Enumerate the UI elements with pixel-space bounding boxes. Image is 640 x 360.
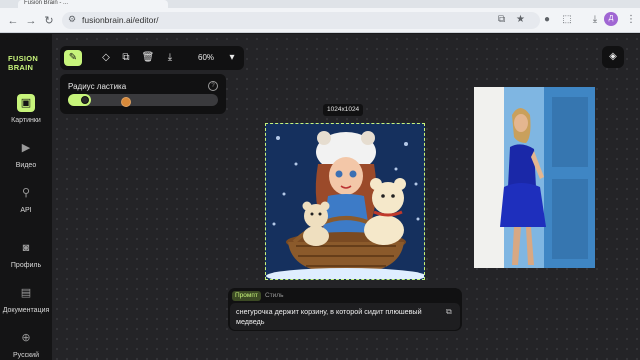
browser-tabstrip: Fusion Brain - ... bbox=[0, 0, 640, 8]
snegurochka-illustration bbox=[266, 124, 424, 279]
install-app-icon[interactable]: ⧉ bbox=[498, 14, 505, 25]
reload-icon[interactable]: ↻ bbox=[42, 14, 56, 28]
editor-toolbar: ✎ ◇ ⧉ 🗑 ⤓ ▾ bbox=[60, 46, 244, 70]
api-icon: ⚲ bbox=[21, 187, 31, 199]
site-info-icon[interactable]: ⚙ bbox=[68, 14, 76, 25]
tab-style[interactable]: Стиль bbox=[262, 291, 286, 301]
download-icon[interactable]: ⤓ bbox=[162, 50, 178, 66]
sidebar-item-language[interactable]: ⊕ Русский bbox=[0, 329, 52, 359]
woman-photo bbox=[474, 87, 595, 268]
play-icon: ▶ bbox=[21, 142, 31, 154]
eraser-cursor bbox=[121, 97, 131, 107]
prompt-card: Промпт Стиль снегурочка держит корзину, … bbox=[228, 288, 462, 331]
app-logo[interactable]: FUSION BRAIN bbox=[8, 54, 48, 72]
sidebar-item-label: Документация bbox=[2, 307, 50, 314]
sidebar-item-label: Русский bbox=[13, 352, 39, 359]
globe-icon: ⊕ bbox=[21, 332, 31, 344]
browser-tab-active[interactable]: Fusion Brain - ... bbox=[18, 0, 168, 8]
browser-toolbar: ← → ↻ ⚙ fusionbrain.ai/editor/ ⧉ ★ ● ⬚ ⤓… bbox=[0, 8, 640, 33]
sidebar-item-docs[interactable]: ▤ Документация bbox=[0, 284, 52, 314]
document-icon: ▤ bbox=[20, 287, 32, 299]
tab-title: Fusion Brain - ... bbox=[24, 0, 69, 6]
logo-line2: BRAIN bbox=[8, 63, 34, 72]
address-bar[interactable]: ⚙ fusionbrain.ai/editor/ ⧉ ★ bbox=[62, 12, 540, 29]
help-icon[interactable]: ? bbox=[208, 81, 218, 91]
eraser-radius-title: Радиус ластика bbox=[68, 82, 127, 91]
sidebar-item-api[interactable]: ⚲ API bbox=[0, 184, 52, 214]
layers-icon[interactable]: ◈ bbox=[602, 46, 624, 68]
sidebar-item-label: API bbox=[20, 207, 32, 214]
extension-dot-icon[interactable]: ● bbox=[540, 14, 554, 25]
chevron-down-icon[interactable]: ▾ bbox=[224, 50, 240, 66]
menu-icon[interactable]: ⋮ bbox=[624, 14, 638, 25]
sidebar-item-images[interactable]: ▣ Картинки bbox=[0, 94, 52, 124]
prompt-text: снегурочка держит корзину, в которой сид… bbox=[236, 307, 422, 326]
eraser-icon[interactable]: ✎ bbox=[64, 50, 82, 66]
profile-icon: ◙ bbox=[22, 242, 30, 254]
image-size-label: 1024x1024 bbox=[323, 104, 364, 116]
prompt-textbox[interactable]: снегурочка держит корзину, в которой сид… bbox=[230, 303, 460, 330]
url-text: fusionbrain.ai/editor/ bbox=[82, 15, 159, 25]
zoom-level[interactable]: 60% bbox=[198, 53, 214, 62]
generated-image-woman-blue-dress[interactable] bbox=[474, 87, 595, 268]
extensions-icon[interactable]: ⬚ bbox=[560, 14, 574, 25]
slider-thumb[interactable] bbox=[81, 96, 89, 104]
sidebar-item-label: Профиль bbox=[10, 262, 42, 269]
sidebar-item-video[interactable]: ▶ Видео bbox=[0, 139, 52, 169]
sidebar-item-label: Картинки bbox=[11, 117, 41, 124]
sidebar-item-label: Видео bbox=[15, 162, 37, 169]
copy-icon[interactable]: ⧉ bbox=[446, 307, 452, 317]
bookmark-star-icon[interactable]: ★ bbox=[516, 14, 525, 25]
generated-image-snegurochka[interactable] bbox=[265, 123, 425, 280]
sidebar-item-profile[interactable]: ◙ Профиль bbox=[0, 239, 52, 269]
forward-icon[interactable]: → bbox=[24, 14, 38, 28]
logo-line1: FUSION bbox=[8, 54, 39, 63]
eraser-radius-slider[interactable] bbox=[68, 94, 218, 106]
duplicate-icon[interactable]: ⧉ bbox=[118, 50, 134, 66]
app-sidebar: FUSION BRAIN ▣ Картинки ▶ Видео ⚲ API ◙ … bbox=[0, 34, 52, 360]
profile-avatar[interactable]: Д bbox=[604, 12, 618, 26]
eraser-panel: Радиус ластика ? bbox=[60, 74, 226, 114]
download-icon[interactable]: ⤓ bbox=[588, 14, 602, 25]
tab-prompt[interactable]: Промпт bbox=[232, 291, 261, 301]
back-icon[interactable]: ← bbox=[6, 14, 20, 28]
image-icon: ▣ bbox=[17, 94, 35, 112]
fill-icon[interactable]: ◇ bbox=[98, 50, 114, 66]
trash-icon[interactable]: 🗑 bbox=[140, 50, 156, 66]
